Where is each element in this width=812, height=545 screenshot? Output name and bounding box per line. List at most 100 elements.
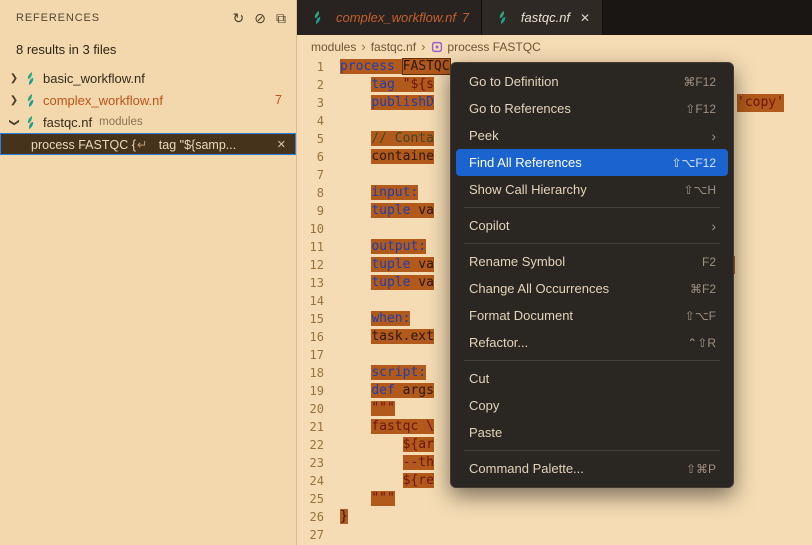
menu-item-paste[interactable]: Paste (456, 419, 728, 446)
code-line[interactable]: 26} (297, 508, 812, 526)
tree-item-basic_workflow.nf[interactable]: ❯basic_workflow.nf (0, 67, 296, 89)
menu-item-show-call-hierarchy[interactable]: Show Call Hierarchy⇧⌥H (456, 176, 728, 203)
line-number[interactable]: 5 (297, 130, 340, 148)
menu-shortcut: ⌃⇧R (687, 336, 716, 350)
file-name: fastqc.nf (43, 115, 92, 130)
dismiss-result-icon[interactable]: ✕ (277, 138, 286, 151)
reference-preview: process FASTQC {↵ tag "${samp... (31, 137, 236, 152)
menu-item-label: Cut (469, 371, 489, 386)
menu-item-copy[interactable]: Copy (456, 392, 728, 419)
menu-shortcut: ⌘F2 (690, 282, 716, 296)
menu-item-format-document[interactable]: Format Document ⇧⌥F (456, 302, 728, 329)
menu-item-go-to-definition[interactable]: Go to Definition⌘F12 (456, 68, 728, 95)
code-text: tuple va (340, 274, 434, 292)
line-number[interactable]: 16 (297, 328, 340, 346)
menu-item-command-palette[interactable]: Command Palette...⇧⌘P (456, 455, 728, 482)
breadcrumb-separator-icon: › (421, 39, 425, 54)
tree-item-fastqc.nf[interactable]: ❯ fastqc.nf modules (0, 111, 296, 133)
line-number[interactable]: 13 (297, 274, 340, 292)
menu-separator (464, 450, 720, 451)
vscode-window: REFERENCES ↻⊘⧉ 8 results in 3 files ❯bas… (0, 0, 812, 545)
line-number[interactable]: 21 (297, 418, 340, 436)
line-number[interactable]: 19 (297, 382, 340, 400)
submenu-arrow-icon: › (711, 128, 716, 144)
return-glyph: ↵ (136, 138, 148, 152)
menu-separator (464, 360, 720, 361)
chevron-icon: ❯ (6, 73, 22, 84)
line-number[interactable]: 20 (297, 400, 340, 418)
code-text: process FASTQC (340, 58, 450, 76)
result-count-badge: 7 (275, 93, 296, 107)
line-number[interactable]: 26 (297, 508, 340, 526)
refresh-icon[interactable]: ↻ (233, 11, 245, 25)
line-number[interactable]: 7 (297, 166, 340, 184)
tab-label: complex_workflow.nf (336, 10, 456, 25)
line-number[interactable]: 14 (297, 292, 340, 310)
line-number[interactable]: 27 (297, 526, 340, 544)
code-text: script: (340, 364, 426, 382)
line-number[interactable]: 9 (297, 202, 340, 220)
menu-item-label: Copy (469, 398, 499, 413)
line-number[interactable]: 10 (297, 220, 340, 238)
menu-item-change-all-occurrences[interactable]: Change All Occurrences ⌘F2 (456, 275, 728, 302)
line-number[interactable]: 1 (297, 58, 340, 76)
nextflow-icon (23, 115, 38, 130)
line-number[interactable]: 4 (297, 112, 340, 130)
code-text: task.ext (340, 328, 434, 346)
menu-item-go-to-references[interactable]: Go to References ⇧F12 (456, 95, 728, 122)
breadcrumb-item[interactable]: fastqc.nf (371, 40, 416, 54)
menu-shortcut: ⇧⌥F (685, 309, 716, 323)
line-number[interactable]: 15 (297, 310, 340, 328)
nextflow-icon (23, 71, 38, 86)
reference-result-item[interactable]: process FASTQC {↵ tag "${samp... ✕ (0, 133, 296, 155)
menu-shortcut: ⇧F12 (685, 102, 716, 116)
line-number[interactable]: 18 (297, 364, 340, 382)
chevron-icon: ❯ (6, 95, 22, 106)
panel-actions: ↻ ⊘ ⧉ (233, 11, 286, 25)
code-text: } (340, 508, 348, 526)
line-number[interactable]: 11 (297, 238, 340, 256)
code-line[interactable]: 25 """ (297, 490, 812, 508)
menu-shortcut: ⇧⌥F12 (671, 156, 716, 170)
code-text: // Conta (340, 130, 434, 148)
collapse-all-icon[interactable]: ⧉ (276, 11, 286, 25)
line-number[interactable]: 24 (297, 472, 340, 490)
breadcrumb-item[interactable]: modules (311, 40, 356, 54)
menu-item-label: Go to References (469, 101, 571, 116)
code-text: fastqc \ (340, 418, 434, 436)
menu-item-label: Change All Occurrences (469, 281, 609, 296)
menu-item-refactor[interactable]: Refactor...⌃⇧R (456, 329, 728, 356)
chevron-icon: ❯ (9, 114, 20, 130)
line-number[interactable]: 23 (297, 454, 340, 472)
menu-item-label: Peek (469, 128, 499, 143)
breadcrumb-item[interactable]: process FASTQC (430, 40, 540, 54)
menu-item-find-all-references[interactable]: Find All References⇧⌥F12 (456, 149, 728, 176)
line-number[interactable]: 3 (297, 94, 340, 112)
file-description: modules (99, 116, 142, 128)
menu-item-rename-symbol[interactable]: Rename SymbolF2 (456, 248, 728, 275)
tab-fastqc.nf[interactable]: fastqc.nf✕ (482, 0, 603, 35)
line-number[interactable]: 25 (297, 490, 340, 508)
clear-all-icon[interactable]: ⊘ (254, 11, 266, 25)
line-number[interactable]: 8 (297, 184, 340, 202)
menu-item-label: Format Document (469, 308, 573, 323)
line-number[interactable]: 22 (297, 436, 340, 454)
menu-item-copilot[interactable]: Copilot› (456, 212, 728, 239)
code-text: """ (340, 400, 395, 418)
menu-shortcut: ⇧⌥H (683, 183, 716, 197)
code-text: input: (340, 184, 418, 202)
panel-header: REFERENCES ↻⊘⧉ (0, 0, 296, 36)
close-tab-icon[interactable]: ✕ (580, 11, 590, 25)
menu-item-peek[interactable]: Peek › (456, 122, 728, 149)
code-line[interactable]: 27 (297, 526, 812, 544)
menu-shortcut: ⌘F12 (683, 75, 716, 89)
tree-item-complex_workflow.nf[interactable]: ❯complex_workflow.nf7 (0, 89, 296, 111)
tab-badge: 7 (462, 11, 469, 25)
menu-item-label: Paste (469, 425, 502, 440)
line-number[interactable]: 2 (297, 76, 340, 94)
line-number[interactable]: 17 (297, 346, 340, 364)
line-number[interactable]: 12 (297, 256, 340, 274)
tab-complex_workflow.nf[interactable]: complex_workflow.nf 7 (297, 0, 482, 35)
line-number[interactable]: 6 (297, 148, 340, 166)
menu-item-cut[interactable]: Cut (456, 365, 728, 392)
